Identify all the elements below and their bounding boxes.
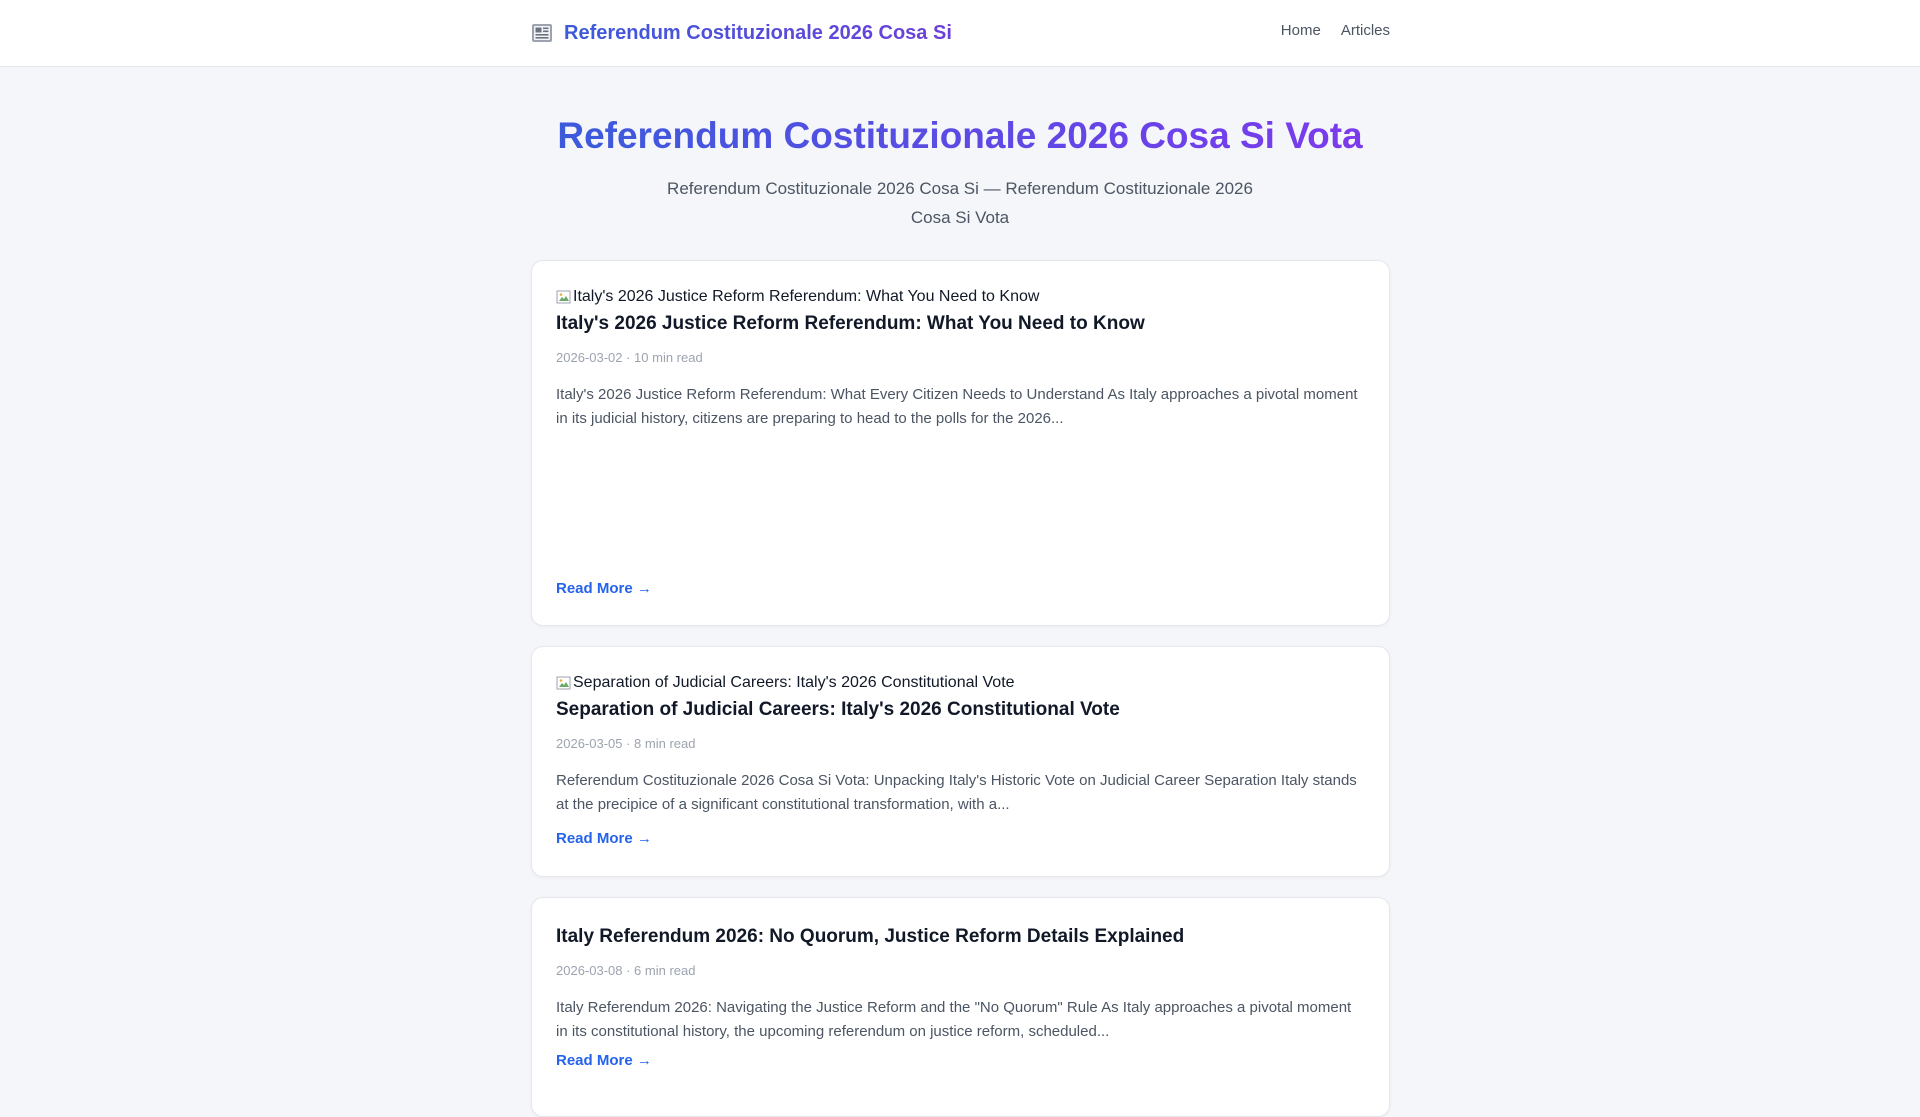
read-more-link[interactable]: Read More → bbox=[556, 829, 652, 849]
image-alt-text: Italy's 2026 Justice Reform Referendum: … bbox=[573, 288, 1040, 305]
page-title: Referendum Costituzionale 2026 Cosa Si V… bbox=[557, 112, 1362, 160]
newspaper-icon bbox=[531, 22, 555, 44]
article-image[interactable]: Italy's 2026 Justice Reform Referendum: … bbox=[556, 285, 1365, 309]
brand-link[interactable]: Referendum Costituzionale 2026 Cosa Si bbox=[531, 18, 952, 48]
article-meta: 2026-03-08 · 6 min read bbox=[556, 963, 696, 978]
broken-image-icon bbox=[556, 289, 572, 305]
page-subtitle: Referendum Costituzionale 2026 Cosa Si —… bbox=[667, 179, 1253, 227]
article-meta: 2026-03-05 · 8 min read bbox=[556, 736, 696, 751]
broken-image-icon bbox=[556, 675, 572, 691]
article-card: Italy Referendum 2026: No Quorum, Justic… bbox=[531, 897, 1390, 1117]
nav-home-link[interactable]: Home bbox=[1281, 22, 1321, 39]
article-title[interactable]: Separation of Judicial Careers: Italy's … bbox=[556, 697, 1365, 723]
image-alt-text: Separation of Judicial Careers: Italy's … bbox=[573, 674, 1015, 691]
article-excerpt: Italy Referendum 2026: Navigating the Ju… bbox=[556, 999, 1352, 1040]
read-more-link[interactable]: Read More → bbox=[556, 579, 652, 599]
article-title[interactable]: Italy's 2026 Justice Reform Referendum: … bbox=[556, 311, 1365, 337]
article-card: Italy's 2026 Justice Reform Referendum: … bbox=[531, 260, 1390, 626]
hero-section: Referendum Costituzionale 2026 Cosa Si V… bbox=[0, 112, 1920, 232]
article-excerpt: Italy's 2026 Justice Reform Referendum: … bbox=[556, 386, 1358, 427]
nav-articles-link[interactable]: Articles bbox=[1341, 22, 1390, 39]
site-header: Referendum Costituzionale 2026 Cosa Si H… bbox=[0, 0, 1920, 67]
article-excerpt: Referendum Costituzionale 2026 Cosa Si V… bbox=[556, 772, 1357, 813]
read-more-link[interactable]: Read More → bbox=[556, 1051, 652, 1071]
article-title[interactable]: Italy Referendum 2026: No Quorum, Justic… bbox=[556, 924, 1365, 950]
article-image[interactable]: Separation of Judicial Careers: Italy's … bbox=[556, 671, 1365, 695]
brand-title: Referendum Costituzionale 2026 Cosa Si bbox=[564, 21, 952, 44]
main-nav: Home Articles bbox=[1281, 22, 1390, 39]
article-card: Separation of Judicial Careers: Italy's … bbox=[531, 646, 1390, 877]
article-meta: 2026-03-02 · 10 min read bbox=[556, 350, 703, 365]
